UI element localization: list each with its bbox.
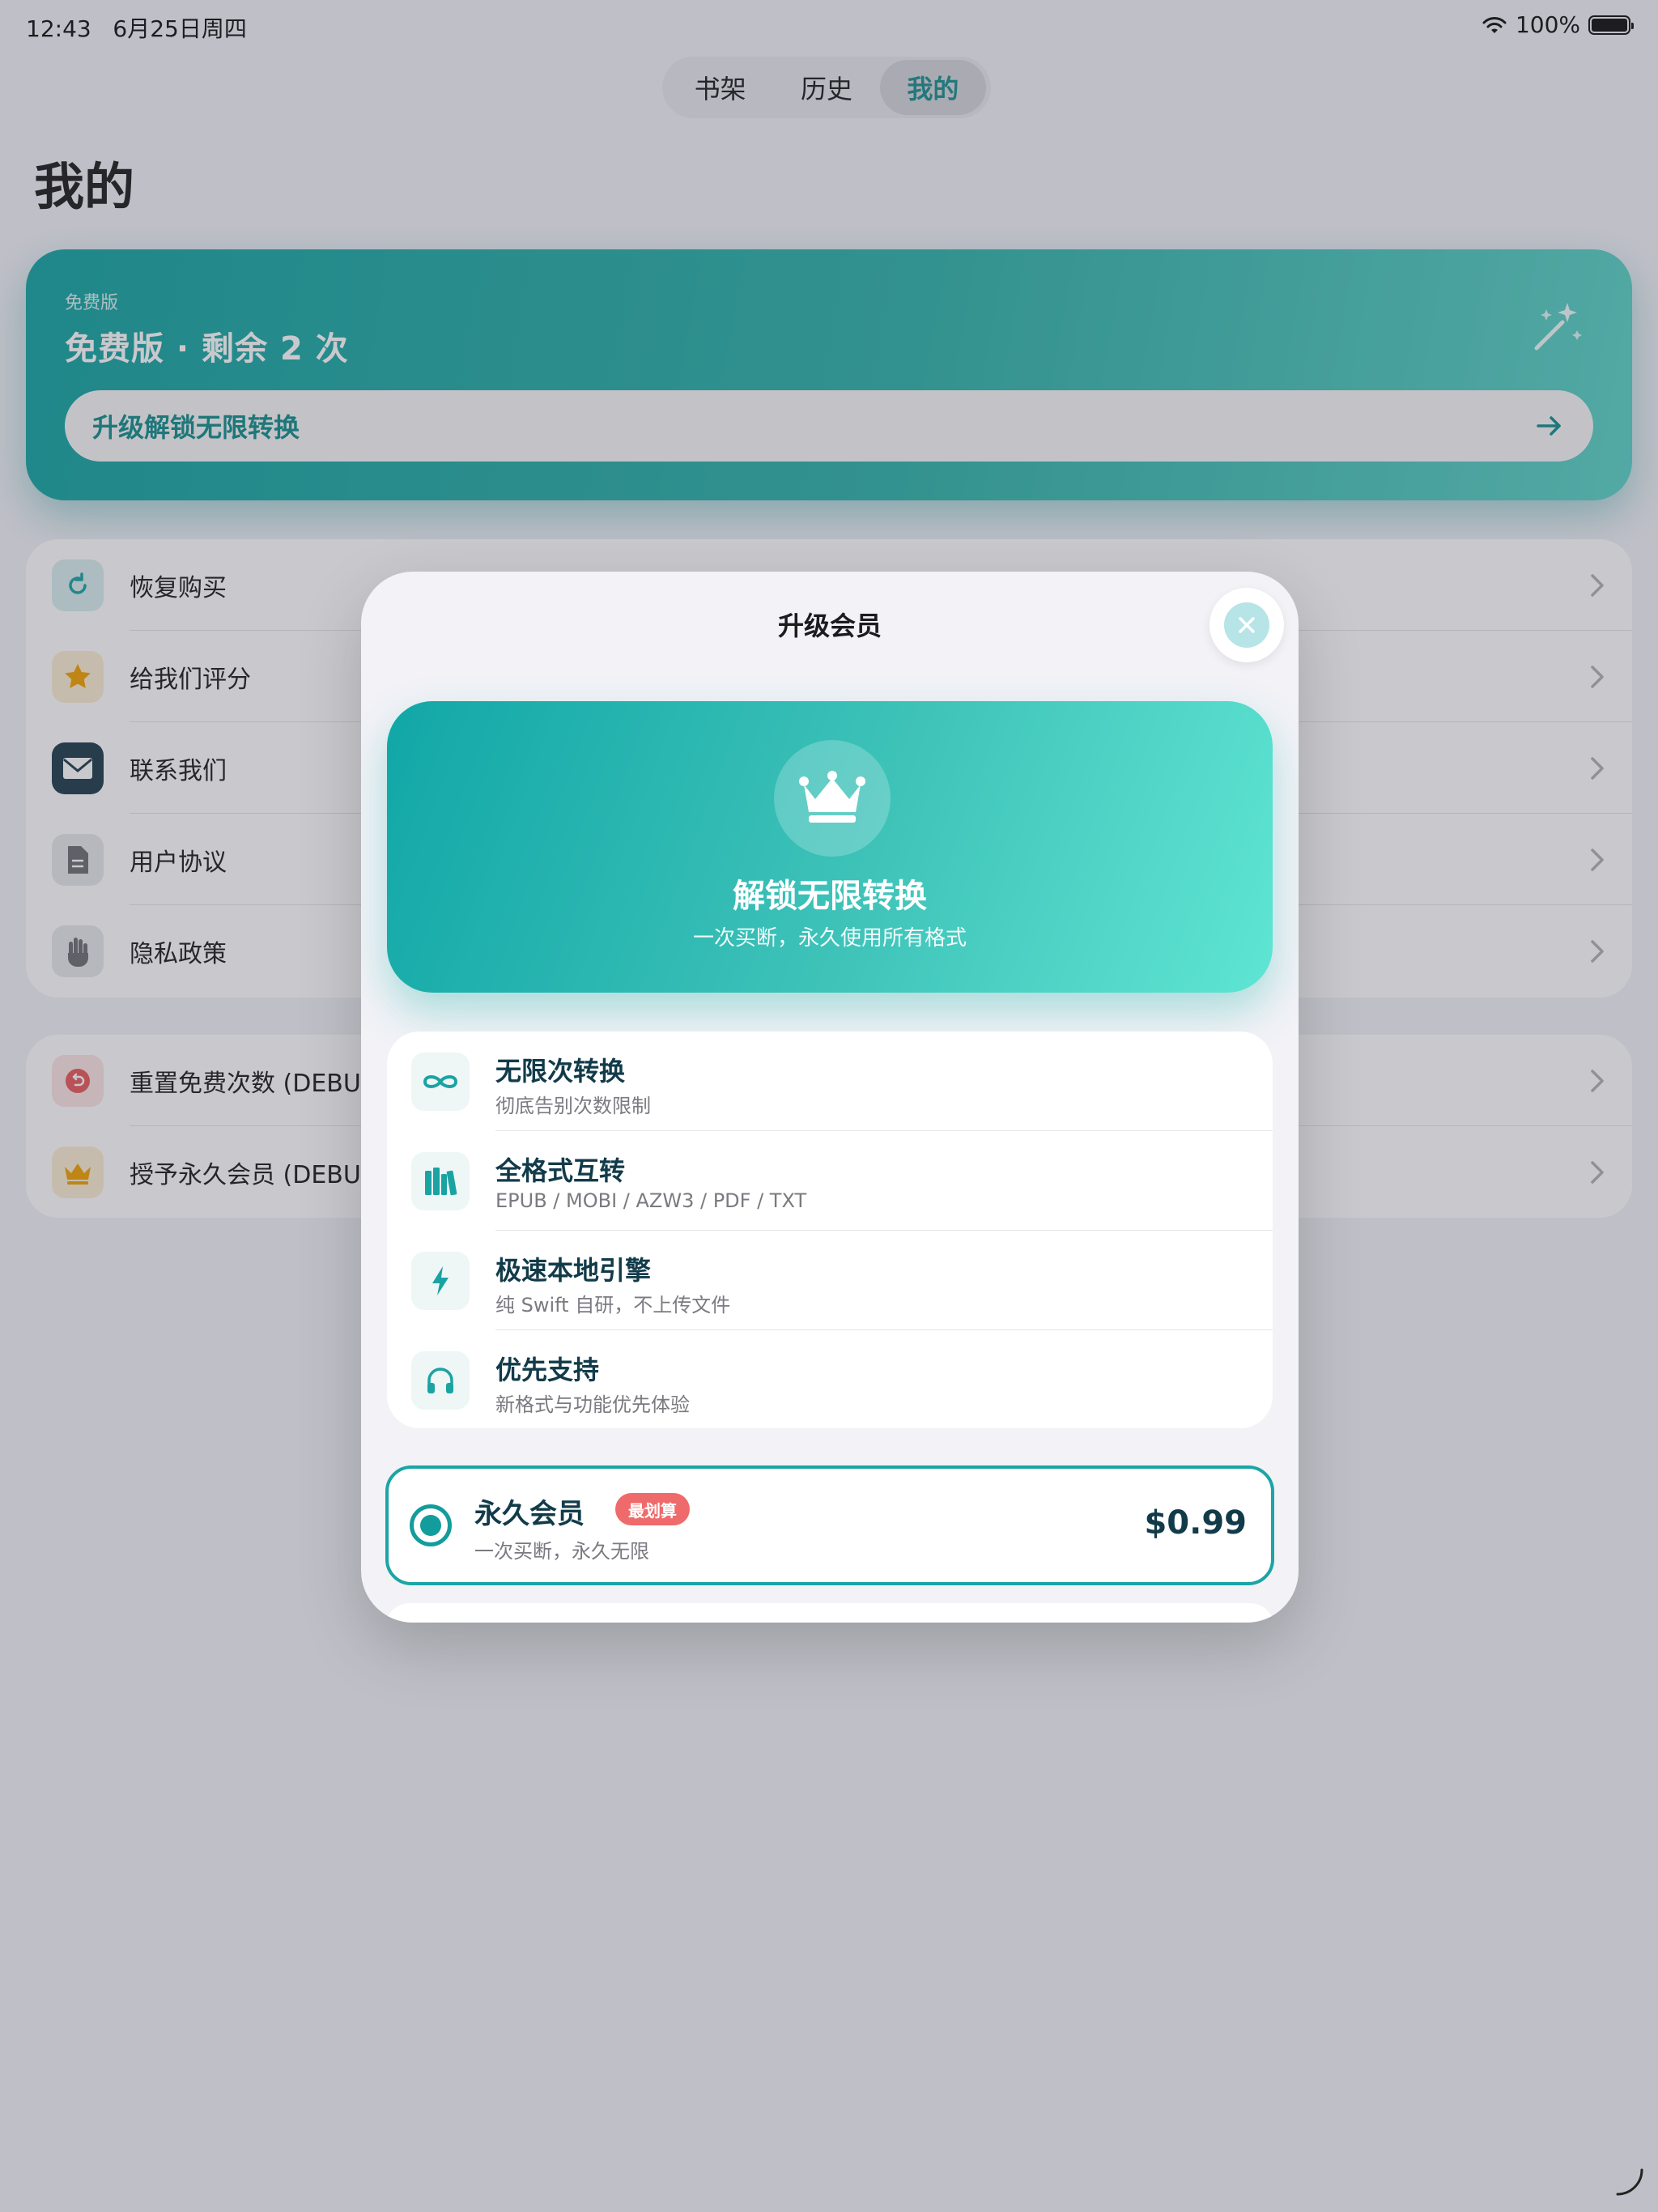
headphones-icon [411, 1351, 470, 1410]
feature-subtitle: 彻底告别次数限制 [495, 1095, 651, 1117]
feature-subtitle: EPUB / MOBI / AZW3 / PDF / TXT [495, 1189, 807, 1212]
feature-subtitle: 纯 Swift 自研，不上传文件 [495, 1294, 731, 1317]
plan-name: 永久会员 [474, 1498, 585, 1530]
close-button[interactable] [1209, 588, 1284, 662]
crown-icon [774, 740, 891, 857]
feature-item: 无限次转换 彻底告别次数限制 [387, 1032, 1273, 1131]
feature-item: 全格式互转 EPUB / MOBI / AZW3 / PDF / TXT [387, 1131, 1273, 1231]
promo-banner: 解锁无限转换 一次买断，永久使用所有格式 [387, 701, 1273, 993]
feature-title: 无限次转换 [495, 1056, 626, 1087]
close-icon [1224, 602, 1269, 648]
plan-price: $0.99 [1144, 1504, 1247, 1542]
feature-title: 全格式互转 [495, 1155, 626, 1186]
upgrade-modal: 升级会员 解锁无限转换 一次买断，永久使用所有格式 无限次转换 彻底告别次数限制 [361, 572, 1299, 1623]
resize-handle-icon [1616, 2168, 1643, 2196]
radio-selected[interactable] [410, 1504, 452, 1546]
books-icon [411, 1152, 470, 1210]
feature-item: 极速本地引擎 纯 Swift 自研，不上传文件 [387, 1231, 1273, 1330]
promo-subtitle: 一次买断，永久使用所有格式 [692, 926, 967, 951]
plan-description: 一次买断，永久无限 [474, 1540, 649, 1563]
feature-subtitle: 新格式与功能优先体验 [495, 1393, 690, 1416]
modal-title: 升级会员 [777, 610, 882, 641]
feature-title: 优先支持 [495, 1355, 600, 1385]
feature-list: 无限次转换 彻底告别次数限制 全格式互转 EPUB / MOBI / AZW3 … [387, 1032, 1273, 1428]
feature-item: 优先支持 新格式与功能优先体验 [387, 1330, 1273, 1428]
bolt-icon [411, 1252, 470, 1310]
promo-title: 解锁无限转换 [733, 878, 927, 915]
plan-option-next[interactable] [385, 1603, 1274, 1623]
plan-option-lifetime[interactable]: 永久会员 最划算 一次买断，永久无限 $0.99 [385, 1465, 1274, 1585]
best-value-badge: 最划算 [615, 1493, 690, 1525]
feature-title: 极速本地引擎 [495, 1255, 652, 1286]
infinity-icon [411, 1053, 470, 1111]
